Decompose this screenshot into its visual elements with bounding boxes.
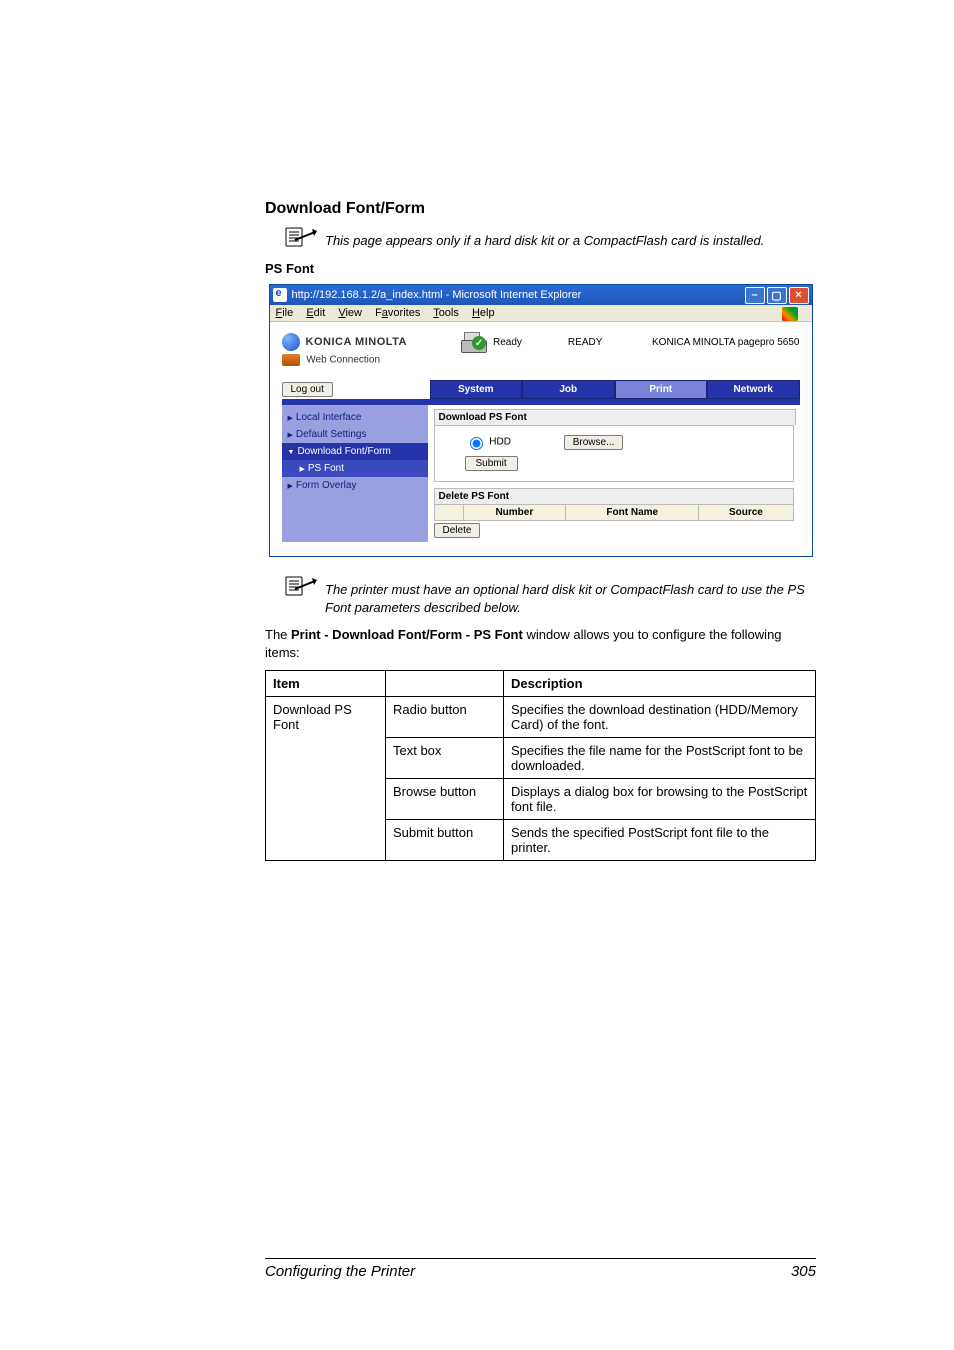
row1-ctrl: Text box: [386, 738, 504, 779]
side-default-settings[interactable]: Default Settings: [282, 426, 428, 443]
side-nav: Local Interface Default Settings Downloa…: [282, 405, 428, 542]
printer-status-icon: ✓: [461, 332, 485, 352]
menu-favorites[interactable]: Favorites: [375, 307, 420, 319]
printer-model: KONICA MINOLTA pagepro 5650: [652, 337, 799, 348]
footer-left: Configuring the Printer: [265, 1263, 415, 1280]
screenshot-container: http://192.168.1.2/a_index.html - Micros…: [269, 284, 813, 557]
note-text-1: This page appears only if a hard disk ki…: [325, 226, 764, 250]
minimize-button[interactable]: –: [745, 287, 765, 304]
menu-view[interactable]: View: [338, 307, 362, 319]
pagescope-label: Web Connection: [282, 354, 800, 366]
panel-delete-ps-font: Delete PS Font: [434, 488, 794, 504]
menu-tools[interactable]: Tools: [433, 307, 459, 319]
delete-ps-font-table: Number Font Name Source: [434, 504, 794, 521]
side-ps-font[interactable]: PS Font: [282, 460, 428, 477]
menu-edit[interactable]: Edit: [306, 307, 325, 319]
delete-button[interactable]: Delete: [434, 523, 481, 538]
th-fontname: Font Name: [566, 505, 699, 521]
close-button[interactable]: ×: [789, 287, 809, 304]
km-globe-icon: [282, 333, 300, 351]
ie-window-title: http://192.168.1.2/a_index.html - Micros…: [292, 289, 743, 301]
menu-help[interactable]: Help: [472, 307, 495, 319]
page-footer: Configuring the Printer 305: [265, 1258, 816, 1280]
browse-button[interactable]: Browse...: [564, 435, 624, 450]
row-group-label: Download PS Font: [266, 697, 386, 861]
th-description: Description: [504, 671, 816, 697]
row0-ctrl: Radio button: [386, 697, 504, 738]
row0-desc: Specifies the download destination (HDD/…: [504, 697, 816, 738]
radio-hdd[interactable]: [470, 437, 483, 450]
ie-flag-icon: [782, 307, 798, 321]
footer-page-number: 305: [791, 1263, 816, 1280]
status-ready-main: READY: [568, 337, 602, 348]
tab-print[interactable]: Print: [615, 380, 708, 399]
parameters-table: Item Description Download PS Font Radio …: [265, 670, 816, 861]
tab-network[interactable]: Network: [707, 380, 800, 399]
row2-ctrl: Browse button: [386, 779, 504, 820]
row3-ctrl: Submit button: [386, 820, 504, 861]
ie-menubar: File Edit View Favorites Tools Help: [270, 305, 812, 322]
pagescope-icon: [282, 354, 300, 366]
menu-file[interactable]: File: [276, 307, 294, 319]
th-source: Source: [699, 505, 793, 521]
row2-desc: Displays a dialog box for browsing to th…: [504, 779, 816, 820]
tab-system[interactable]: System: [430, 380, 523, 399]
body-text: The Print - Download Font/Form - PS Font…: [265, 626, 816, 662]
side-download-fontform[interactable]: Download Font/Form: [282, 443, 428, 460]
status-ready-small: Ready: [493, 337, 522, 348]
logout-button[interactable]: Log out: [282, 382, 333, 397]
th-number: Number: [463, 505, 566, 521]
submit-button[interactable]: Submit: [465, 456, 518, 471]
side-local-interface[interactable]: Local Interface: [282, 409, 428, 426]
km-brand: KONICA MINOLTA: [306, 336, 408, 348]
tab-job[interactable]: Job: [522, 380, 615, 399]
ie-titlebar: http://192.168.1.2/a_index.html - Micros…: [270, 285, 812, 305]
note-icon-2: [285, 575, 317, 600]
maximize-button[interactable]: ▢: [767, 287, 787, 304]
ps-font-heading: PS Font: [265, 261, 816, 276]
row1-desc: Specifies the file name for the PostScri…: [504, 738, 816, 779]
ie-favicon-icon: [273, 288, 287, 302]
th-item: Item: [266, 671, 386, 697]
row3-desc: Sends the specified PostScript font file…: [504, 820, 816, 861]
note-icon: [285, 226, 317, 251]
side-form-overlay[interactable]: Form Overlay: [282, 477, 428, 494]
radio-hdd-label: HDD: [489, 437, 511, 448]
section-title: Download Font/Form: [265, 200, 816, 218]
panel-download-ps-font: Download PS Font: [434, 409, 796, 425]
note-text-2: The printer must have an optional hard d…: [325, 575, 816, 616]
